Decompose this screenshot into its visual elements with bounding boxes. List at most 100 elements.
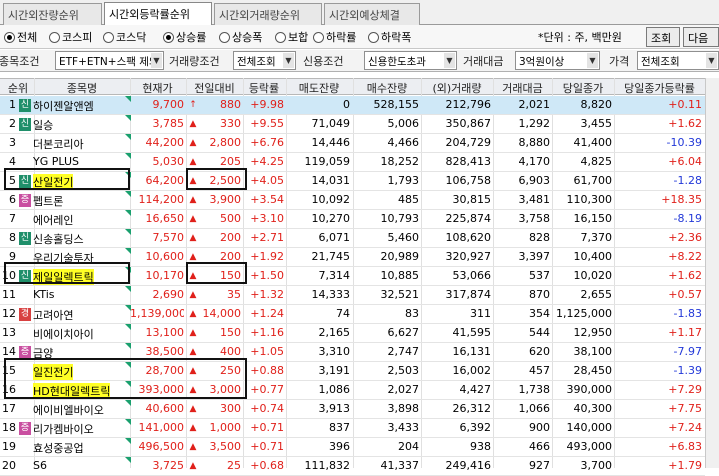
- rank-cell: 13: [2, 326, 16, 339]
- stock-name[interactable]: 펩트론: [33, 193, 63, 209]
- radio-toolbar: 전체 코스피 코스닥 상승률 상승폭 보합 하락률 하락폭 *단위 : 주, 백…: [0, 25, 719, 49]
- col-sell-balance[interactable]: 매도잔량: [286, 80, 352, 96]
- close-rate-cell: +7.75: [668, 402, 702, 415]
- price-cell: 16,650: [145, 212, 185, 225]
- col-rank[interactable]: 순위: [2, 80, 34, 96]
- buy-balance-cell: 2,027: [387, 383, 420, 396]
- radio-flat[interactable]: 보합: [275, 29, 308, 45]
- amount-cell: 870: [529, 288, 550, 301]
- price-cell: 3,785: [152, 117, 185, 130]
- sell-balance-cell: 3,191: [318, 364, 351, 377]
- close-rate-cell: +0.57: [668, 288, 702, 301]
- sell-balance-cell: 3,913: [318, 402, 351, 415]
- close-cell: 40,300: [573, 402, 613, 415]
- sell-balance-cell: 21,745: [311, 250, 351, 263]
- rank-cell: 11: [2, 288, 16, 301]
- table-row[interactable]: 2 신 일승 3,785 ▲ 330 +9.55 71,049 5,006 350,867 1,29…: [0, 115, 705, 134]
- col-close-rate[interactable]: 당일종가등락률: [614, 80, 705, 96]
- sell-balance-cell: 10,270: [311, 212, 351, 225]
- sell-balance-cell: 3,310: [318, 345, 351, 358]
- radio-dot: [219, 31, 230, 43]
- col-amount[interactable]: 거래대금: [493, 80, 552, 96]
- radio-fall-rate[interactable]: 하락률: [313, 29, 356, 45]
- col-change[interactable]: 전일대비: [186, 80, 243, 96]
- stock-name[interactable]: 비에이치아이: [33, 326, 94, 342]
- close-cell: 7,370: [580, 231, 613, 244]
- change-cell: 3,500: [209, 440, 242, 453]
- radio-market-kospi[interactable]: 코스피: [49, 29, 92, 45]
- radio-market-kosdaq[interactable]: 코스닥: [103, 29, 146, 45]
- item-cond-select[interactable]: ETF+ETN+스팩 제외 ▼: [55, 51, 164, 70]
- sell-balance-cell: 71,049: [311, 117, 351, 130]
- col-price[interactable]: 현재가: [130, 80, 185, 96]
- stock-name[interactable]: 하이젠알앤엠: [33, 98, 94, 114]
- table-row[interactable]: 6 증 펩트론 114,200 ▲ 3,900 +3.54 10,092 485 30,815 3,…: [0, 191, 705, 210]
- radio-dot: [103, 31, 114, 43]
- tab-afterhours-balance[interactable]: 시간외잔량순위: [3, 3, 102, 25]
- close-rate-cell: -1.83: [673, 307, 702, 320]
- tab-afterhours-volume[interactable]: 시간외거래량순위: [214, 3, 322, 25]
- rate-cell: +0.88: [250, 364, 284, 377]
- stock-name[interactable]: 고려아연: [33, 307, 73, 323]
- buy-balance-cell: 6,627: [387, 326, 420, 339]
- stock-name[interactable]: KTis: [33, 288, 55, 301]
- trade-cond-select[interactable]: 전체조회 ▼: [233, 51, 296, 70]
- col-rate[interactable]: 등락률: [243, 80, 285, 96]
- amount-select[interactable]: 3억원이상 ▼: [515, 51, 600, 70]
- stock-name[interactable]: 더본코리아: [33, 136, 84, 152]
- query-button[interactable]: 조회: [646, 27, 680, 47]
- rate-cell: +0.74: [250, 402, 284, 415]
- table-row[interactable]: 1 신 하이젠알앤엠 9,700 ↑ 880 +9.98 0 528,155 212,796 2,0…: [0, 96, 705, 115]
- rate-cell: +3.54: [250, 193, 284, 206]
- stock-name[interactable]: 효성중공업: [33, 440, 84, 456]
- radio-fall-amount[interactable]: 하락폭: [368, 29, 411, 45]
- amount-cell: 457: [529, 364, 550, 377]
- table-row[interactable]: 8 신 신송홀딩스 7,570 ▲ 200 +2.71 6,071 5,460 108,620 82…: [0, 229, 705, 248]
- table-row[interactable]: 7 에어레인 16,650 ▲ 500 +3.10 10,270 10,793 225,874 3…: [0, 210, 705, 229]
- radio-rise-rate[interactable]: 상승률: [163, 29, 206, 45]
- stock-name[interactable]: 에이비엘바이오: [33, 402, 104, 418]
- radio-dot: [368, 31, 379, 43]
- close-cell: 1,125,000: [556, 307, 612, 320]
- table-row[interactable]: 18 증 리가켐바이오 141,000 ▲ 1,000 +0.71 837 3,433 6,392…: [0, 419, 705, 438]
- close-cell: 16,150: [573, 212, 613, 225]
- radio-market-all[interactable]: 전체: [4, 29, 37, 45]
- sell-balance-cell: 14,031: [311, 174, 351, 187]
- price-select[interactable]: 전체조회 ▼: [637, 51, 719, 70]
- amount-cell: 8,880: [518, 136, 551, 149]
- radio-rise-amount[interactable]: 상승폭: [219, 29, 262, 45]
- col-name[interactable]: 종목명: [34, 80, 130, 96]
- stock-name[interactable]: S6: [33, 459, 47, 472]
- rank-cell: 6: [9, 193, 16, 206]
- credit-cond-select[interactable]: 신용한도초과 ▼: [364, 51, 457, 70]
- stock-name[interactable]: 신송홀딩스: [33, 231, 84, 247]
- stock-name[interactable]: 일승: [33, 117, 53, 133]
- col-buy-balance[interactable]: 매수잔량: [353, 80, 421, 96]
- amount-cell: 537: [529, 269, 550, 282]
- close-cell: 110,300: [566, 193, 613, 206]
- change-cell: 500: [220, 212, 241, 225]
- table-row[interactable]: 11 KTis 2,690 ▲ 35 +1.32 14,333 32,521 317,874 87…: [0, 286, 705, 305]
- table-row[interactable]: 17 에이비엘바이오 40,600 ▲ 300 +0.74 3,913 3,898 26,312…: [0, 400, 705, 419]
- tab-afterhours-change-rate[interactable]: 시간외등락률순위: [104, 2, 212, 26]
- table-row[interactable]: 3 더본코리아 44,200 ▲ 2,800 +6.76 14,446 4,466 204,72…: [0, 134, 705, 153]
- amount-cell: 927: [529, 459, 550, 472]
- rank-cell: 4: [9, 155, 16, 168]
- table-row[interactable]: 13 비에이치아이 13,100 ▲ 150 +1.16 2,165 6,627 41,595 5…: [0, 324, 705, 343]
- table-row[interactable]: 20 S6 3,725 ▲ 25 +0.68 111,832 41,337 249,416 927…: [0, 457, 705, 476]
- stock-name[interactable]: YG PLUS: [33, 155, 79, 168]
- change-cell: 2,800: [209, 136, 242, 149]
- next-button[interactable]: 다음: [683, 27, 719, 47]
- unit-label: *단위 : 주, 백만원: [538, 31, 622, 44]
- stock-name[interactable]: 에어레인: [33, 212, 73, 228]
- volume-cell: 225,874: [445, 212, 492, 225]
- vertical-scrollbar[interactable]: [705, 78, 719, 468]
- table-row[interactable]: 19 효성중공업 496,500 ▲ 3,500 +0.71 396 204 938 466 493…: [0, 438, 705, 457]
- amount-cell: 3,481: [518, 193, 551, 206]
- table-row[interactable]: 12 경 고려아연 1,139,000 ▲ 14,000 +1.24 74 83 311 354 1,…: [0, 305, 705, 324]
- change-cell: 3,900: [209, 193, 242, 206]
- stock-name[interactable]: 리가켐바이오: [33, 421, 94, 437]
- col-close[interactable]: 당일종가: [552, 80, 614, 96]
- tab-afterhours-expected[interactable]: 시간외예상체결: [324, 3, 420, 25]
- col-volume[interactable]: (외)거래량: [421, 80, 493, 96]
